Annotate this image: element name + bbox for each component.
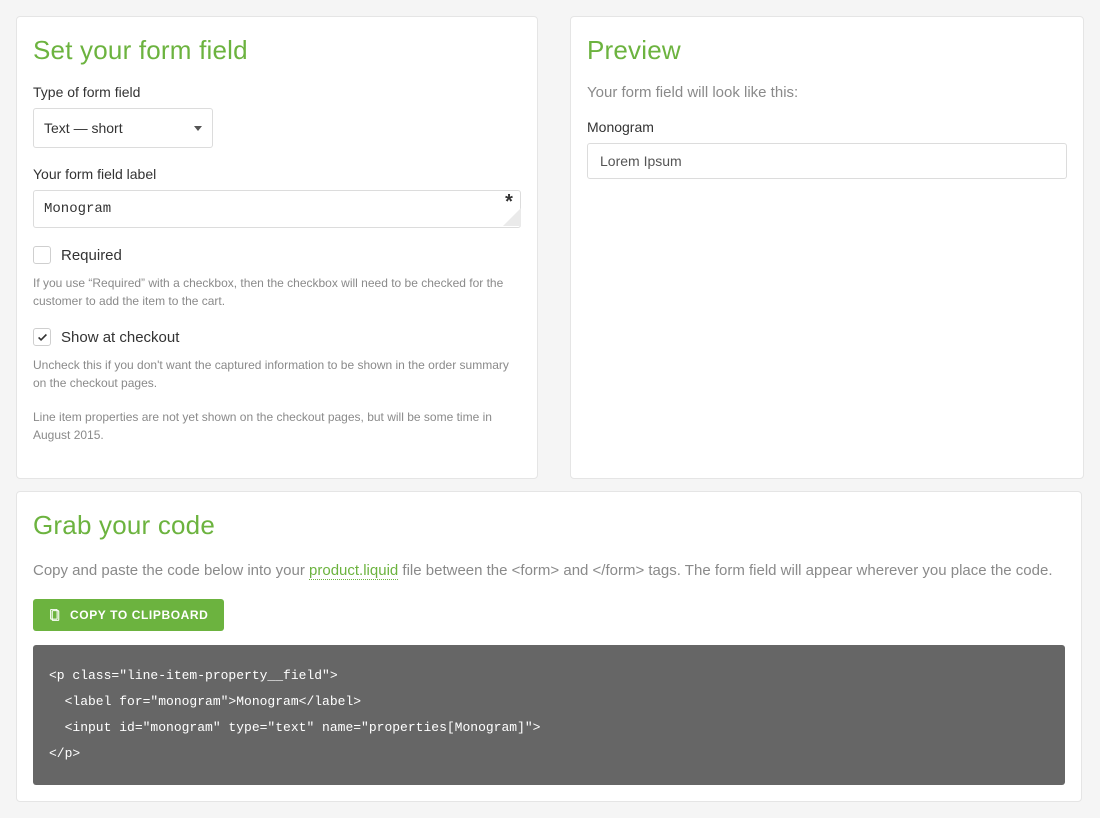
- code-description: Copy and paste the code below into your …: [33, 559, 1065, 583]
- clipboard-icon: [49, 609, 62, 622]
- copy-to-clipboard-button[interactable]: COPY TO CLIPBOARD: [33, 599, 224, 631]
- type-label: Type of form field: [33, 84, 521, 100]
- preview-field-label: Monogram: [587, 119, 1067, 135]
- preview-subtitle: Your form field will look like this:: [587, 84, 1067, 101]
- required-label: Required: [61, 247, 122, 264]
- type-select-value: Text — short: [44, 120, 123, 136]
- show-checkout-help: Uncheck this if you don't want the captu…: [33, 356, 521, 392]
- show-checkout-label: Show at checkout: [61, 329, 179, 346]
- code-title: Grab your code: [33, 510, 1065, 541]
- settings-title: Set your form field: [33, 35, 521, 66]
- preview-title: Preview: [587, 35, 1067, 66]
- field-label-label: Your form field label: [33, 166, 521, 182]
- check-icon: [36, 331, 49, 344]
- preview-input[interactable]: [587, 143, 1067, 179]
- type-select[interactable]: Text — short: [33, 108, 213, 148]
- copy-button-label: COPY TO CLIPBOARD: [70, 608, 208, 622]
- field-label-input[interactable]: [33, 190, 521, 228]
- code-snippet[interactable]: <p class="line-item-property__field"> <l…: [33, 645, 1065, 785]
- code-card: Grab your code Copy and paste the code b…: [16, 491, 1082, 802]
- form-field-settings-card: Set your form field Type of form field T…: [16, 16, 538, 479]
- product-liquid-link[interactable]: product.liquid: [309, 562, 398, 580]
- checkout-note: Line item properties are not yet shown o…: [33, 408, 521, 444]
- required-help: If you use “Required” with a checkbox, t…: [33, 274, 521, 310]
- required-checkbox[interactable]: [33, 246, 51, 264]
- chevron-down-icon: [194, 126, 202, 131]
- preview-card: Preview Your form field will look like t…: [570, 16, 1084, 479]
- show-checkout-checkbox[interactable]: [33, 328, 51, 346]
